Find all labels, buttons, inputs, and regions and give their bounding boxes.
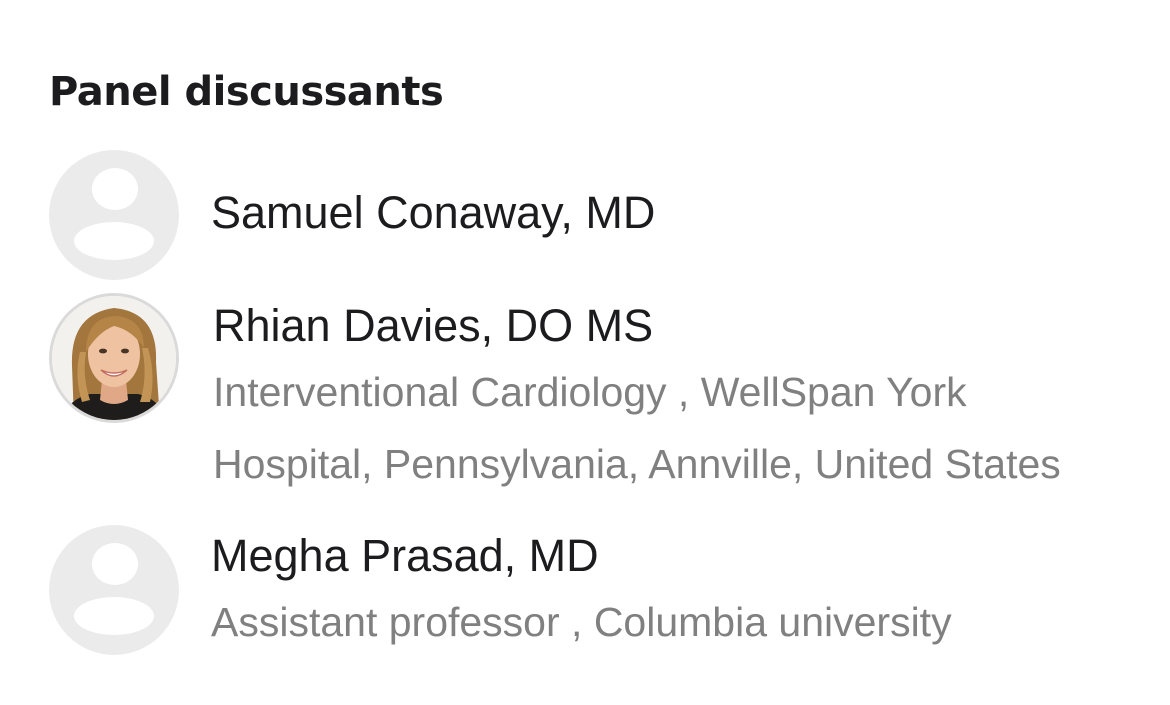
panelist-row[interactable]: Rhian Davies, DO MS Interventional Cardi… — [0, 290, 1170, 510]
panelist-row[interactable]: Samuel Conaway, MD — [0, 0, 1170, 290]
panelist-list: Samuel Conaway, MD Rhian Davies, DO MS I… — [0, 0, 1170, 705]
panelist-name: Rhian Davies, DO MS — [213, 300, 654, 351]
panelist-affiliation: Interventional Cardiology , WellSpan Yor… — [213, 369, 1061, 487]
profile-photo — [49, 293, 179, 423]
panelist-affiliation: Assistant professor , Columbia universit… — [211, 599, 952, 645]
person-placeholder-icon — [49, 525, 179, 655]
panelist-name: Megha Prasad, MD — [211, 530, 599, 581]
panelist-name: Samuel Conaway, MD — [211, 187, 656, 238]
panelist-row[interactable]: Megha Prasad, MD Assistant professor , C… — [0, 510, 1170, 705]
person-placeholder-icon — [49, 150, 179, 280]
